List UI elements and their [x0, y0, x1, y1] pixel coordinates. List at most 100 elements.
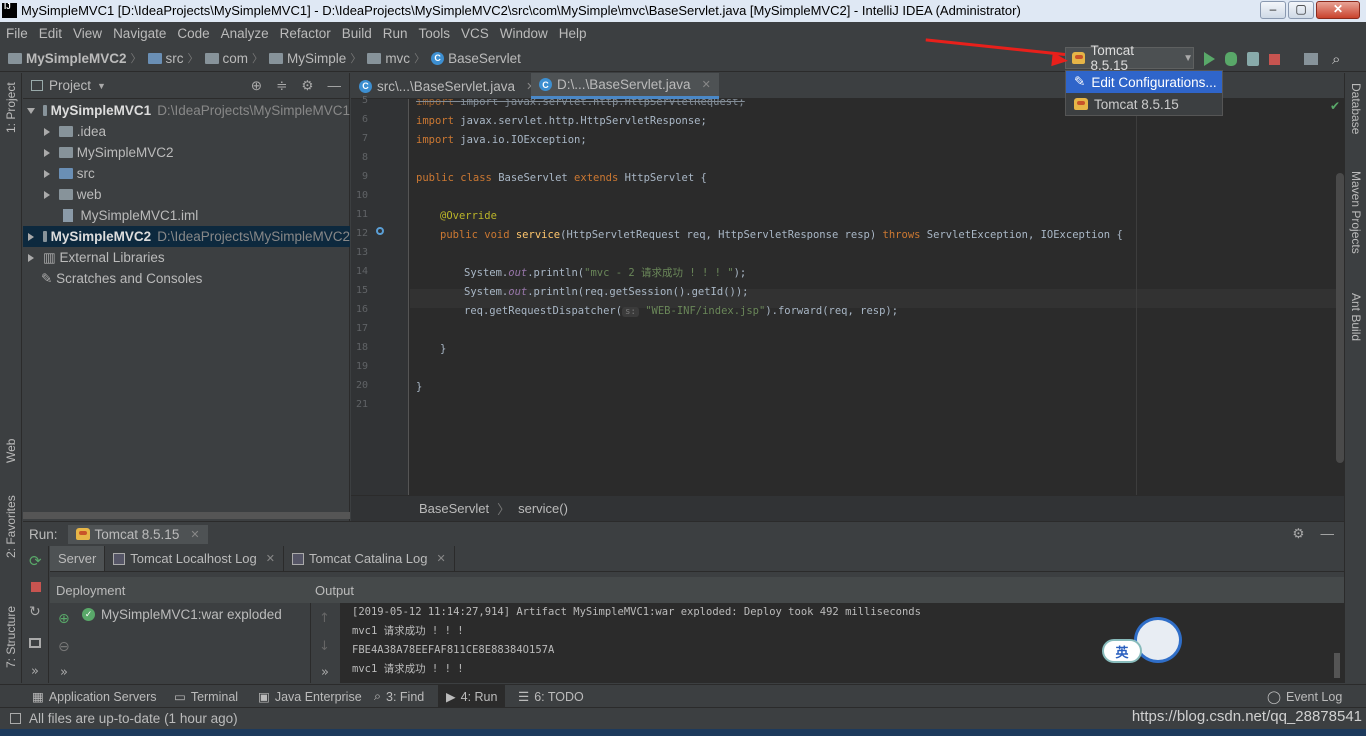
crumb-project[interactable]: MySimpleMVC2	[8, 51, 127, 66]
editor-scrollbar[interactable]	[1336, 173, 1344, 463]
folder-icon	[59, 126, 73, 137]
search-icon[interactable]: ⌕	[1332, 50, 1340, 68]
tab-project[interactable]: 1: Project	[4, 82, 18, 133]
menu-analyze[interactable]: Analyze	[215, 26, 274, 41]
locate-icon[interactable]: ⊕	[251, 78, 262, 94]
ime-language[interactable]: 英	[1102, 639, 1142, 663]
editor-crumb-class[interactable]: BaseServlet	[419, 501, 489, 516]
tomcat-icon	[1072, 52, 1086, 64]
tab-terminal[interactable]: ▭ Terminal	[174, 685, 238, 708]
tab-todo[interactable]: ☰ 6: TODO	[518, 685, 584, 708]
close-tab-icon[interactable]: ✕	[702, 78, 711, 91]
menu-edit[interactable]: Edit	[33, 26, 67, 41]
menu-run[interactable]: Run	[377, 26, 413, 41]
project-panel-title[interactable]: Project	[49, 78, 91, 93]
maximize-button[interactable]: ▢	[1288, 1, 1314, 19]
minimize-button[interactable]: –	[1260, 1, 1286, 19]
hide-icon[interactable]: —	[328, 78, 342, 94]
tab-ant-build[interactable]: Ant Build	[1349, 293, 1363, 341]
crumb-mysimple[interactable]: MySimple	[269, 51, 346, 66]
debug-icon[interactable]	[1225, 52, 1237, 66]
override-marker-icon[interactable]	[376, 227, 384, 235]
status-toggle-icon[interactable]	[10, 713, 21, 724]
ime-widget[interactable]: 英	[1102, 617, 1184, 665]
gear-icon[interactable]: ⚙	[301, 78, 313, 94]
up-arrow-icon[interactable]: ↑	[319, 611, 330, 626]
menu-help[interactable]: Help	[553, 26, 592, 41]
tree-item-scratches[interactable]: ✎ Scratches and Consoles	[23, 268, 350, 289]
close-tab-icon[interactable]: ✕	[190, 528, 199, 541]
menu-build[interactable]: Build	[336, 26, 377, 41]
tab-event-log[interactable]: ◯ Event Log	[1267, 685, 1342, 708]
rerun-icon[interactable]: ⟳	[29, 552, 42, 570]
layout-icon[interactable]	[29, 638, 41, 648]
coverage-icon[interactable]	[1247, 52, 1259, 66]
menu-navigate[interactable]: Navigate	[107, 26, 171, 41]
tab-d-baseservlet[interactable]: C D:\...\BaseServlet.java ✕	[531, 73, 719, 99]
tab-find[interactable]: ⌕ 3: Find	[374, 685, 424, 708]
tomcat-config-item[interactable]: Tomcat 8.5.15	[1066, 93, 1222, 115]
tab-server[interactable]: Server	[50, 546, 106, 571]
tree-item-external-libraries[interactable]: ▥ External Libraries	[23, 247, 350, 268]
editor-crumb-method[interactable]: service()	[518, 501, 568, 516]
horizontal-scrollbar[interactable]	[23, 512, 350, 519]
tab-database[interactable]: Database	[1349, 83, 1363, 134]
tree-item-iml[interactable]: MySimpleMVC1.iml	[23, 205, 350, 226]
more-icon[interactable]: »	[60, 665, 68, 680]
menu-window[interactable]: Window	[494, 26, 553, 41]
chevron-down-icon[interactable]: ▼	[97, 81, 106, 91]
deploy-icon[interactable]: ⊕	[58, 611, 70, 627]
update-icon[interactable]: ↻	[29, 604, 41, 620]
tab-application-servers[interactable]: ▦ Application Servers	[32, 685, 157, 708]
crumb-baseservlet[interactable]: C BaseServlet	[431, 51, 521, 66]
tab-src-baseservlet[interactable]: Csrc\...\BaseServlet.java✕	[351, 73, 543, 99]
output-toolbar: ↑ ↓ »	[310, 603, 340, 683]
tree-item-mysimplemvc2[interactable]: MySimpleMVC2 D:\IdeaProjects\MySimpleMVC2	[23, 226, 350, 247]
code-area[interactable]: import import javax.servlet.http.HttpSer…	[416, 99, 1336, 495]
menu-file[interactable]: File	[0, 26, 33, 41]
crumb-com[interactable]: com	[204, 51, 248, 66]
collapse-all-icon[interactable]: ≑	[276, 78, 287, 94]
gear-icon[interactable]: ⚙	[1292, 526, 1304, 542]
tree-item-src[interactable]: src	[23, 163, 350, 184]
project-structure-icon[interactable]	[1304, 53, 1318, 65]
menu-vcs[interactable]: VCS	[455, 26, 494, 41]
hide-icon[interactable]: —	[1321, 526, 1335, 542]
tree-item-mysimplemvc1[interactable]: MySimpleMVC1 D:\IdeaProjects\MySimpleMVC1	[23, 100, 350, 121]
tab-favorites[interactable]: 2: Favorites	[4, 495, 18, 558]
menu-refactor[interactable]: Refactor	[274, 26, 336, 41]
deployment-item[interactable]: ✓ MySimpleMVC1:war exploded	[80, 603, 310, 622]
close-tab-icon[interactable]: ✕	[266, 552, 275, 565]
menu-code[interactable]: Code	[171, 26, 214, 41]
undeploy-icon[interactable]: ⊖	[58, 639, 70, 655]
console-scrollbar[interactable]	[1334, 653, 1340, 678]
stop-icon[interactable]	[1269, 53, 1280, 65]
console-output[interactable]: [2019-05-12 11:14:27,914] Artifact MySim…	[340, 603, 1344, 683]
more-icon[interactable]: »	[321, 665, 329, 680]
tab-catalina-log[interactable]: Tomcat Catalina Log ✕	[284, 546, 455, 571]
close-button[interactable]: ✕	[1316, 1, 1360, 19]
stop-icon[interactable]	[31, 582, 41, 592]
tab-web[interactable]: Web	[4, 439, 18, 463]
breadcrumb: MySimpleMVC2 〉 src 〉 com 〉 MySimple 〉 mvc 〉 C…	[8, 50, 521, 66]
tab-maven-projects[interactable]: Maven Projects	[1349, 171, 1363, 254]
run-configuration-select[interactable]: Tomcat 8.5.15 ▼	[1065, 43, 1194, 73]
tree-item-idea[interactable]: .idea	[23, 121, 350, 142]
run-tab-tomcat[interactable]: Tomcat 8.5.15 ✕	[67, 524, 208, 544]
close-tab-icon[interactable]: ✕	[437, 552, 446, 565]
tab-localhost-log[interactable]: Tomcat Localhost Log ✕	[105, 546, 284, 571]
tab-structure[interactable]: 7: Structure	[4, 606, 18, 668]
more-icon[interactable]: »	[31, 664, 39, 679]
tab-run[interactable]: ▶ 4: Run	[438, 685, 506, 708]
menu-tools[interactable]: Tools	[413, 26, 456, 41]
crumb-mvc[interactable]: mvc	[367, 51, 410, 66]
run-label: Run:	[29, 526, 58, 542]
menu-view[interactable]: View	[67, 26, 107, 41]
run-icon[interactable]	[1204, 52, 1215, 66]
crumb-src[interactable]: src	[147, 51, 184, 66]
tree-item-mysimplemvc2-folder[interactable]: MySimpleMVC2	[23, 142, 350, 163]
tab-java-enterprise[interactable]: ▣ Java Enterprise	[258, 685, 362, 708]
tree-item-web[interactable]: web	[23, 184, 350, 205]
down-arrow-icon[interactable]: ↓	[319, 639, 330, 654]
edit-configurations-item[interactable]: ✎ Edit Configurations...	[1066, 71, 1222, 93]
